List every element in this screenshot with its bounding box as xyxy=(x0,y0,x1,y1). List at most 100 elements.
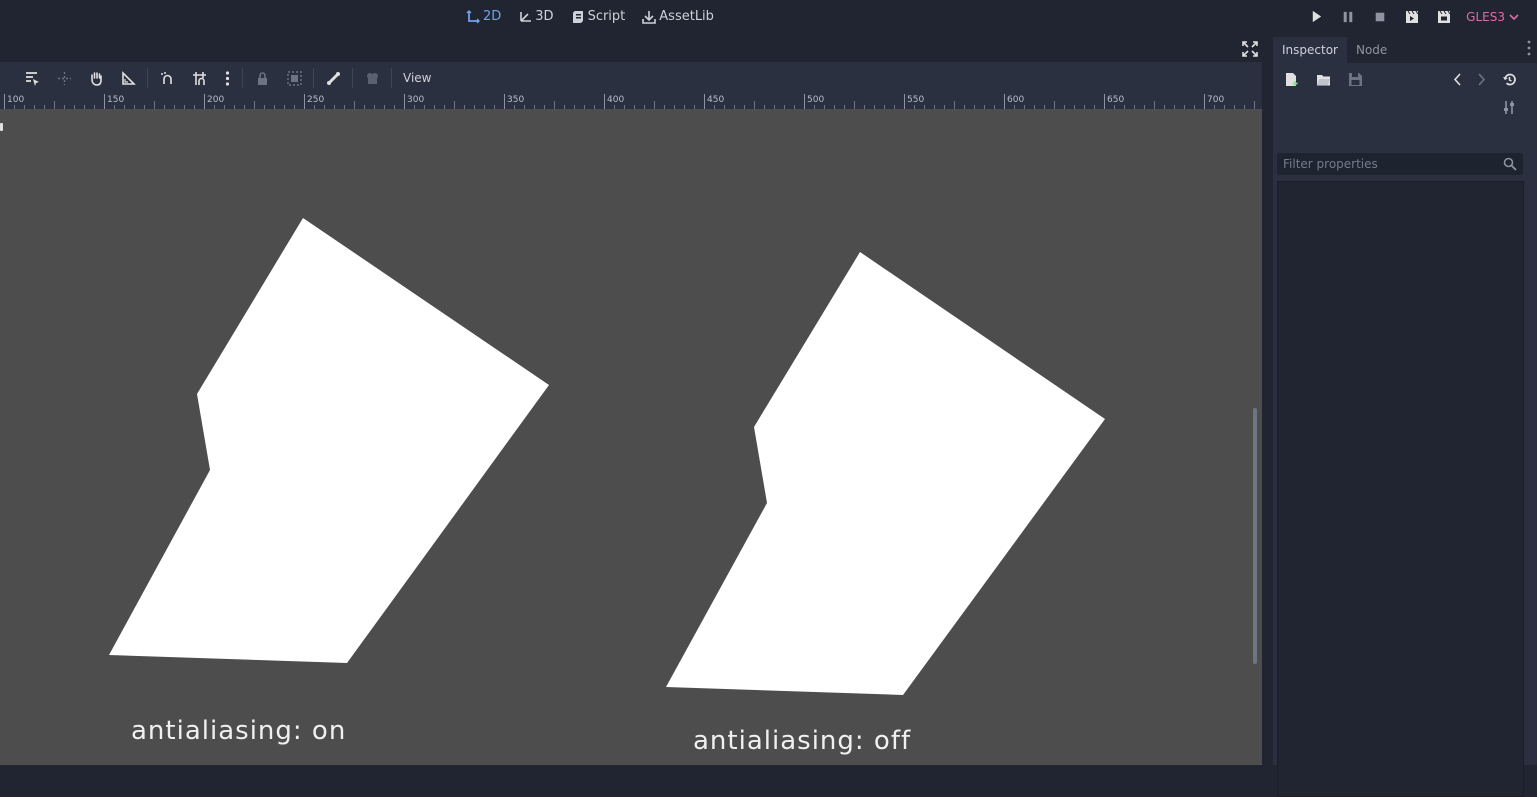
ruler-icon xyxy=(121,70,136,85)
ruler-minor-tick xyxy=(154,101,155,109)
dock-menu-button[interactable] xyxy=(1527,40,1531,56)
hand-icon xyxy=(90,71,102,86)
tab-script-label: Script xyxy=(587,9,626,24)
select-list-icon xyxy=(25,71,39,86)
editor-canvas[interactable]: antialiasing: on antialiasing: off xyxy=(0,109,1262,765)
ruler-major-tick xyxy=(404,94,405,109)
ruler-mode-button[interactable] xyxy=(112,62,144,94)
workspace-tabs: 2D 3D Script AssetLib xyxy=(466,0,714,33)
history-button[interactable] xyxy=(1500,70,1518,88)
ruler-major-tick xyxy=(804,94,805,109)
history-back-button[interactable] xyxy=(1448,70,1466,88)
grid-snap-button[interactable] xyxy=(183,62,215,94)
vertical-scrollbar[interactable] xyxy=(1253,408,1257,664)
select-mode-button[interactable] xyxy=(16,62,48,94)
play-custom-scene-button[interactable] xyxy=(1436,9,1452,25)
property-list xyxy=(1277,181,1524,797)
play-icon xyxy=(1312,10,1321,23)
toolbar-divider xyxy=(147,68,148,88)
ruler-major-tick xyxy=(104,94,105,109)
magnet-icon xyxy=(160,71,172,84)
clapperboard-custom-icon xyxy=(1438,10,1451,23)
tab-script[interactable]: Script xyxy=(571,9,626,24)
object-properties-button[interactable] xyxy=(1500,98,1518,116)
tab-2d-label: 2D xyxy=(483,9,502,24)
dock-tabs: Inspector Node xyxy=(1273,37,1396,63)
tab-2d[interactable]: 2D xyxy=(466,9,501,24)
chevron-left-icon xyxy=(1453,72,1461,86)
group-button[interactable] xyxy=(278,62,310,94)
clapperboard-icon xyxy=(1406,10,1419,23)
ruler-label: 250 xyxy=(307,95,325,105)
fullscreen-icon xyxy=(1242,41,1258,57)
chevron-right-icon xyxy=(1477,72,1485,86)
ruler-major-tick xyxy=(904,94,905,109)
3d-icon xyxy=(520,11,532,22)
ruler-major-tick xyxy=(504,94,505,109)
filter-properties-input[interactable] xyxy=(1277,153,1509,175)
ruler-minor-tick xyxy=(1254,101,1255,109)
camera-override-button[interactable] xyxy=(356,62,388,94)
play-scene-button[interactable] xyxy=(1404,9,1420,25)
ruler-minor-tick xyxy=(354,101,355,109)
more-vertical-icon xyxy=(225,70,229,86)
snap-options-button[interactable] xyxy=(215,62,239,94)
renderer-label: GLES3 xyxy=(1466,9,1505,24)
skeleton-button[interactable] xyxy=(317,62,349,94)
ruler-label: 700 xyxy=(1207,95,1225,105)
polygon-aliased[interactable] xyxy=(666,252,1105,695)
ruler-minor-tick xyxy=(954,101,955,109)
smart-snap-button[interactable] xyxy=(151,62,183,94)
lock-button[interactable] xyxy=(246,62,278,94)
ruler-label: 400 xyxy=(607,95,625,105)
renderer-select[interactable]: GLES3 xyxy=(1466,10,1519,24)
distraction-free-button[interactable] xyxy=(1242,41,1258,57)
save-resource-button[interactable] xyxy=(1346,70,1364,88)
more-vertical-icon xyxy=(1527,40,1531,56)
grid-snap-icon xyxy=(192,71,206,85)
ruler-major-tick xyxy=(204,94,205,109)
inspector-dock: Inspector Node xyxy=(1273,33,1537,797)
ruler-minor-tick xyxy=(1054,101,1055,109)
tab-node[interactable]: Node xyxy=(1347,37,1396,63)
ruler-major-tick xyxy=(1204,94,1205,109)
ruler-major-tick xyxy=(4,94,5,109)
canvas-drawing xyxy=(109,218,1105,695)
pause-icon xyxy=(1343,11,1353,22)
horizontal-ruler: 100 150 200 250 300 350 400 450 500 550 600 650 700 xyxy=(0,94,1262,109)
tab-3d[interactable]: 3D xyxy=(518,9,554,24)
pause-button[interactable] xyxy=(1340,9,1356,25)
move-mode-button[interactable] xyxy=(48,62,80,94)
caption-antialiasing-off: antialiasing: off xyxy=(693,726,912,756)
ruler-minor-tick xyxy=(654,101,655,109)
stop-button[interactable] xyxy=(1372,9,1388,25)
inspector-panel xyxy=(1273,63,1537,797)
ruler-minor-tick xyxy=(254,101,255,109)
tab-assetlib[interactable]: AssetLib xyxy=(642,9,714,24)
tab-assetlib-label: AssetLib xyxy=(659,9,714,24)
new-resource-button[interactable] xyxy=(1282,70,1300,88)
tools-icon xyxy=(1503,100,1514,114)
polygon-antialiased[interactable] xyxy=(109,218,549,663)
view-menu[interactable]: View xyxy=(403,71,431,85)
ruler-minor-tick xyxy=(554,101,555,109)
pan-mode-button[interactable] xyxy=(80,62,112,94)
new-resource-icon xyxy=(1285,72,1297,86)
folder-icon xyxy=(1316,74,1330,85)
ruler-label: 150 xyxy=(107,95,125,105)
chevron-down-icon xyxy=(1509,13,1519,20)
2d-icon xyxy=(466,9,480,23)
play-button[interactable] xyxy=(1308,9,1324,25)
history-forward-button[interactable] xyxy=(1472,70,1490,88)
lock-icon xyxy=(257,71,267,85)
load-resource-button[interactable] xyxy=(1314,70,1332,88)
ruler-minor-tick xyxy=(54,101,55,109)
origin-marker xyxy=(0,123,3,131)
toolbar-divider xyxy=(313,68,314,88)
caption-antialiasing-on: antialiasing: on xyxy=(131,716,347,746)
ruler-minor-tick xyxy=(754,101,755,109)
ruler-label: 550 xyxy=(907,95,925,105)
toolbar-divider xyxy=(391,68,392,88)
tab-inspector[interactable]: Inspector xyxy=(1273,37,1347,63)
ruler-minor-tick xyxy=(854,101,855,109)
